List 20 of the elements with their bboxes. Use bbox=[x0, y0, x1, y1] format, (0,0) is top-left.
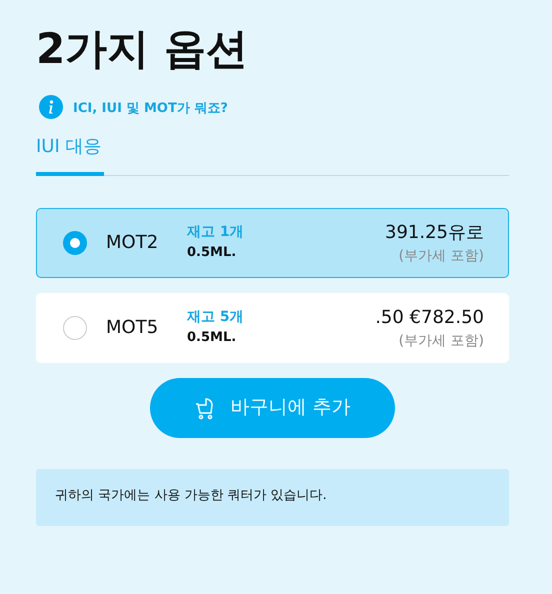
price-label: 391.25유로 bbox=[385, 220, 484, 245]
info-icon bbox=[39, 94, 63, 119]
tab[interactable]: IUI 대응 bbox=[36, 132, 104, 176]
notice-text: 귀하의 국가에는 사용 가능한 쿼터가 있습니다. bbox=[36, 468, 509, 526]
radio-button[interactable] bbox=[63, 316, 87, 340]
option-card[interactable]: MOT5 재고 5개 0.5ML. .50 €782.50 (부가세 포함) bbox=[36, 292, 509, 363]
volume-label: 0.5ML. bbox=[187, 244, 238, 262]
option-name: MOT2 bbox=[106, 231, 160, 256]
price-label: .50 €782.50 bbox=[375, 306, 484, 330]
add-to-cart-button[interactable]: 바구니에 추가 bbox=[150, 378, 395, 438]
vat-label: (부가세 포함) bbox=[398, 332, 484, 351]
page-title: 2가지 옵션 bbox=[36, 23, 249, 75]
option-name: MOT5 bbox=[106, 316, 160, 340]
stock-label: 재고 5개 bbox=[187, 308, 244, 328]
option-card[interactable]: MOT2 재고 1개 0.5ML. 391.25유로 (부가세 포함) bbox=[36, 208, 509, 278]
radio-button[interactable] bbox=[63, 230, 87, 255]
info-link[interactable]: ICI, IUI 및 MOT가 뭐죠? bbox=[73, 99, 228, 119]
vat-label: (부가세 포함) bbox=[398, 246, 484, 266]
volume-label: 0.5ML. bbox=[187, 329, 238, 348]
stock-label: 재고 1개 bbox=[187, 223, 244, 242]
